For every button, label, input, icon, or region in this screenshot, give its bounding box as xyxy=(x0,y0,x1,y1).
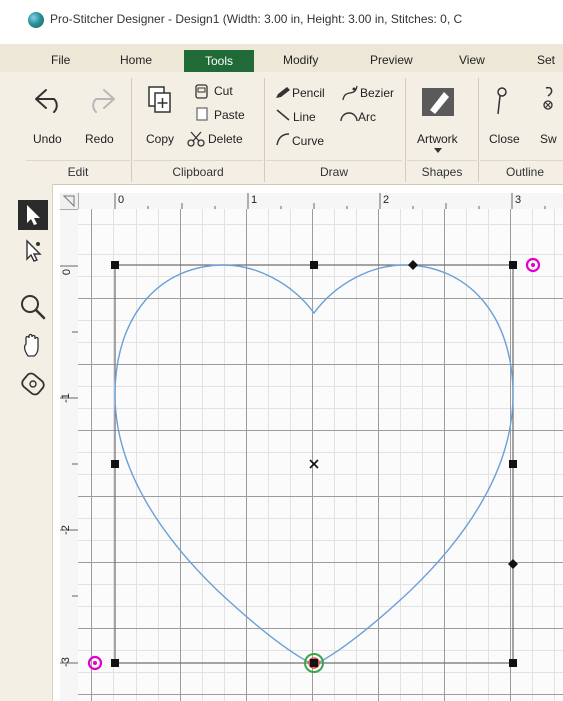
zoom-magnifier-icon[interactable] xyxy=(18,292,48,324)
copy-icon[interactable] xyxy=(146,84,174,116)
tab-preview[interactable]: Preview xyxy=(370,53,413,67)
cut-icon[interactable] xyxy=(194,84,210,99)
group-separator xyxy=(264,78,265,182)
vertical-ruler-ticks xyxy=(60,265,78,664)
ruler-corner[interactable] xyxy=(60,193,79,210)
swap-icon[interactable] xyxy=(540,84,563,120)
group-separator xyxy=(405,78,406,182)
node-edit-arrow-icon[interactable] xyxy=(18,236,48,268)
resize-handle[interactable] xyxy=(509,460,517,468)
copy-button[interactable]: Copy xyxy=(146,132,174,146)
chevron-down-icon[interactable] xyxy=(434,148,442,154)
tab-view[interactable]: View xyxy=(459,53,485,67)
undo-icon[interactable] xyxy=(32,84,68,116)
design-canvas[interactable] xyxy=(78,209,563,701)
resize-handle[interactable] xyxy=(509,659,517,667)
draw-group-label: Draw xyxy=(319,165,348,179)
cut-button[interactable]: Cut xyxy=(214,84,233,98)
bezier-icon[interactable] xyxy=(341,84,359,102)
edit-group-label: Edit xyxy=(67,165,89,179)
delete-icon[interactable] xyxy=(186,130,206,148)
tape-measure-icon[interactable] xyxy=(18,366,48,400)
magenta-end-marker-dot xyxy=(93,661,97,665)
select-tool[interactable] xyxy=(18,200,48,230)
pan-hand-icon[interactable] xyxy=(18,330,48,362)
app-logo-icon xyxy=(28,12,44,28)
ribbon-tabs: File Home Modify Preview View Set xyxy=(0,44,563,72)
bezier-button[interactable]: Bezier xyxy=(360,86,394,100)
delete-button[interactable]: Delete xyxy=(208,132,243,146)
paste-icon[interactable] xyxy=(194,106,210,121)
undo-button[interactable]: Undo xyxy=(33,132,62,146)
resize-handle[interactable] xyxy=(111,460,119,468)
clipboard-group-divider xyxy=(133,160,263,161)
swap-button[interactable]: Sw xyxy=(540,132,557,146)
pencil-icon[interactable] xyxy=(274,86,292,100)
tab-setup[interactable]: Set xyxy=(537,53,555,67)
outline-group-label: Outline xyxy=(506,165,545,179)
artwork-icon[interactable] xyxy=(418,84,458,120)
tab-file[interactable]: File xyxy=(51,53,70,67)
arc-icon[interactable] xyxy=(339,108,359,122)
node-diamond[interactable] xyxy=(408,260,418,270)
tab-tools[interactable]: Tools xyxy=(184,50,254,72)
ruler-label: 2 xyxy=(383,194,390,206)
ruler-label: -2 xyxy=(59,525,72,535)
select-arrow-icon xyxy=(27,205,40,225)
tab-modify[interactable]: Modify xyxy=(283,53,318,67)
shapes-group-label: Shapes xyxy=(421,165,463,179)
resize-handle[interactable] xyxy=(111,659,119,667)
close-button[interactable]: Close xyxy=(489,132,520,146)
group-separator xyxy=(478,78,479,182)
ruler-corner-icon xyxy=(62,195,75,208)
ruler-label: 1 xyxy=(251,194,258,206)
tab-home[interactable]: Home xyxy=(120,53,152,67)
window-title: Pro-Stitcher Designer - Design1 (Width: … xyxy=(50,12,463,26)
resize-handle[interactable] xyxy=(310,659,318,667)
ruler-label: 0 xyxy=(61,268,74,276)
artwork-button[interactable]: Artwork xyxy=(417,132,458,146)
curve-button[interactable]: Curve xyxy=(292,134,324,148)
magenta-start-marker-dot xyxy=(531,263,535,267)
line-icon[interactable] xyxy=(274,108,292,122)
resize-handle[interactable] xyxy=(111,261,119,269)
title-bar: Pro-Stitcher Designer - Design1 (Width: … xyxy=(0,0,563,44)
edit-group-divider xyxy=(26,160,130,161)
design-layer xyxy=(87,257,541,673)
tool-strip xyxy=(0,184,53,701)
center-mark-icon xyxy=(309,459,319,469)
resize-handle[interactable] xyxy=(310,261,318,269)
arc-button[interactable]: Arc xyxy=(358,110,376,124)
resize-handle[interactable] xyxy=(509,261,517,269)
ruler-label: -1 xyxy=(59,393,72,403)
curve-icon[interactable] xyxy=(274,131,292,147)
outline-group-divider xyxy=(480,160,563,161)
group-separator xyxy=(131,78,132,182)
shapes-group-divider xyxy=(407,160,477,161)
horizontal-ruler-ticks xyxy=(114,193,546,209)
ruler-label: -3 xyxy=(59,657,72,667)
draw-group-divider xyxy=(266,160,402,161)
node-diamond[interactable] xyxy=(508,559,518,569)
close-shape-icon[interactable] xyxy=(490,84,518,120)
line-button[interactable]: Line xyxy=(293,110,316,124)
pencil-button[interactable]: Pencil xyxy=(292,86,325,100)
ruler-label: 0 xyxy=(118,194,125,206)
clipboard-group-label: Clipboard xyxy=(172,165,224,179)
ruler-label: 3 xyxy=(515,194,522,206)
redo-icon[interactable] xyxy=(82,84,118,116)
paste-button[interactable]: Paste xyxy=(214,108,245,122)
redo-button[interactable]: Redo xyxy=(85,132,114,146)
